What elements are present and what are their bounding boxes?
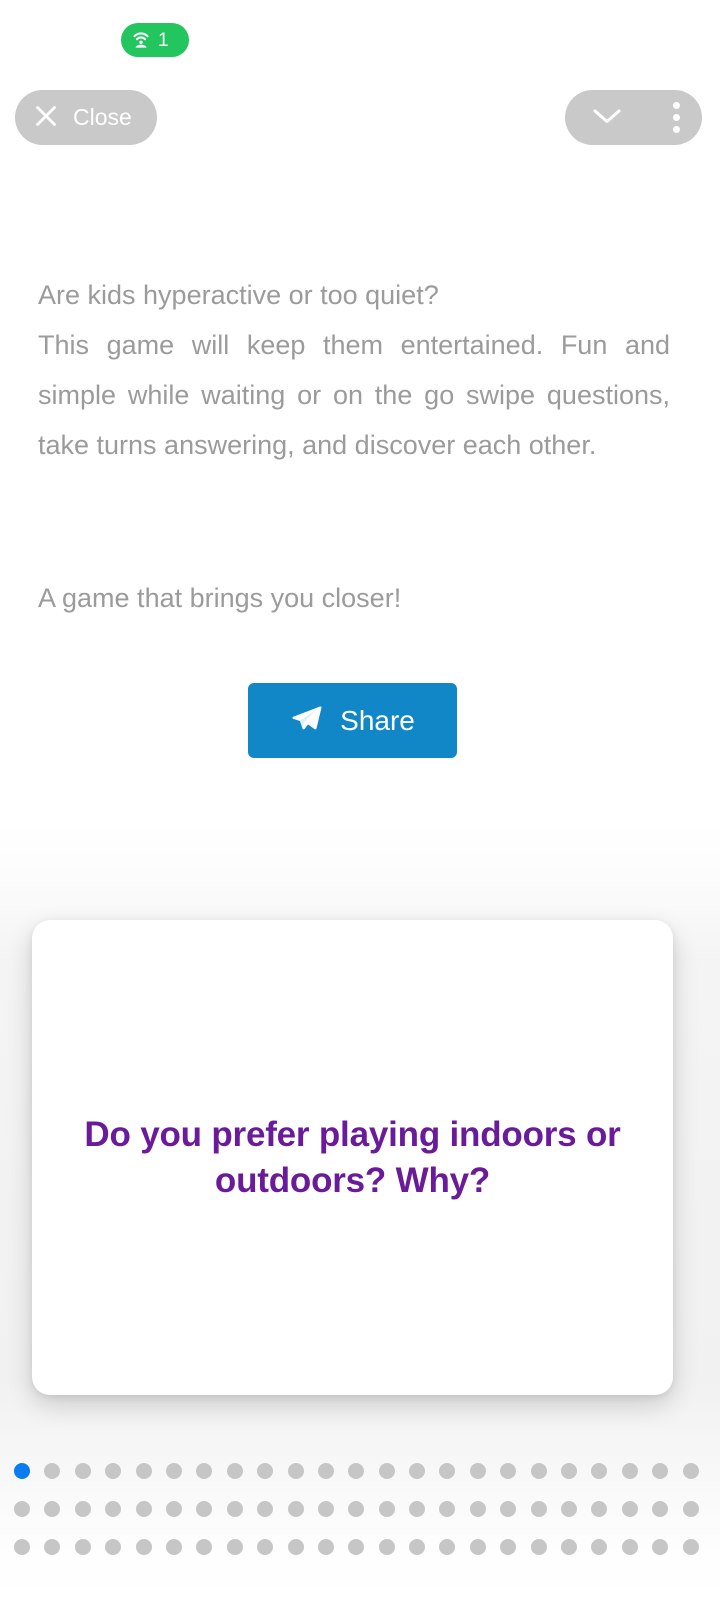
- pagination-dot[interactable]: [561, 1490, 591, 1528]
- pagination-dot[interactable]: [591, 1528, 621, 1566]
- close-x-icon: [32, 102, 60, 133]
- pagination-dot[interactable]: [683, 1490, 713, 1528]
- share-button-label: Share: [340, 704, 415, 736]
- pagination-dot[interactable]: [500, 1490, 530, 1528]
- pagination-dot[interactable]: [591, 1490, 621, 1528]
- pagination-dot[interactable]: [348, 1528, 378, 1566]
- pagination-dot[interactable]: [652, 1452, 682, 1490]
- question-card[interactable]: Do you prefer playing indoors or outdoor…: [32, 920, 673, 1395]
- pagination-dot[interactable]: [44, 1452, 74, 1490]
- pagination-dot[interactable]: [75, 1528, 105, 1566]
- pagination-dot[interactable]: [439, 1528, 469, 1566]
- pagination-dot[interactable]: [14, 1490, 44, 1528]
- card-question-text: Do you prefer playing indoors or outdoor…: [84, 1114, 621, 1200]
- pagination-dot[interactable]: [196, 1528, 226, 1566]
- pagination-dot[interactable]: [44, 1490, 74, 1528]
- pagination-dot[interactable]: [136, 1528, 166, 1566]
- collapse-button[interactable]: [589, 104, 625, 131]
- pagination-dot[interactable]: [439, 1490, 469, 1528]
- app-tagline: A game that brings you closer!: [38, 583, 402, 613]
- description-lead: Are kids hyperactive or too quiet?: [38, 280, 439, 310]
- pagination-dot[interactable]: [622, 1452, 652, 1490]
- pagination-dot[interactable]: [166, 1528, 196, 1566]
- pagination-dot[interactable]: [44, 1528, 74, 1566]
- pagination-dot[interactable]: [257, 1452, 287, 1490]
- app-description: Are kids hyperactive or too quiet? This …: [38, 270, 670, 470]
- pagination-dot[interactable]: [166, 1490, 196, 1528]
- pagination-dot[interactable]: [196, 1490, 226, 1528]
- pagination-dot[interactable]: [561, 1528, 591, 1566]
- pagination-dot[interactable]: [500, 1452, 530, 1490]
- pagination-dot[interactable]: [379, 1490, 409, 1528]
- pagination-dot[interactable]: [75, 1490, 105, 1528]
- cast-hotspot-icon: [129, 28, 153, 52]
- pagination-dot[interactable]: [470, 1490, 500, 1528]
- pagination-dot[interactable]: [409, 1528, 439, 1566]
- pagination-dot[interactable]: [470, 1452, 500, 1490]
- pagination-dot[interactable]: [439, 1452, 469, 1490]
- pagination-dot[interactable]: [622, 1490, 652, 1528]
- pagination-dots[interactable]: [14, 1452, 714, 1566]
- pagination-dot[interactable]: [622, 1528, 652, 1566]
- pagination-dot[interactable]: [196, 1452, 226, 1490]
- pagination-dot[interactable]: [531, 1452, 561, 1490]
- app-screen: 1 Close Are kids hyperactive or too quie…: [0, 0, 720, 1600]
- pagination-dot[interactable]: [288, 1490, 318, 1528]
- pagination-dot[interactable]: [257, 1528, 287, 1566]
- pagination-dot[interactable]: [561, 1452, 591, 1490]
- pagination-dot[interactable]: [409, 1452, 439, 1490]
- pagination-dot[interactable]: [318, 1528, 348, 1566]
- close-button[interactable]: Close: [15, 90, 157, 145]
- pagination-dot[interactable]: [14, 1452, 44, 1490]
- pagination-dot[interactable]: [379, 1452, 409, 1490]
- pagination-dot[interactable]: [348, 1452, 378, 1490]
- pagination-dot[interactable]: [318, 1452, 348, 1490]
- pagination-dot[interactable]: [136, 1490, 166, 1528]
- pagination-dot[interactable]: [288, 1452, 318, 1490]
- pagination-dot[interactable]: [105, 1490, 135, 1528]
- close-button-label: Close: [73, 104, 132, 130]
- cast-count-label: 1: [158, 29, 169, 51]
- pagination-dot[interactable]: [227, 1528, 257, 1566]
- pagination-dot[interactable]: [166, 1452, 196, 1490]
- pagination-dot[interactable]: [683, 1452, 713, 1490]
- pagination-dot[interactable]: [409, 1490, 439, 1528]
- pagination-dot[interactable]: [591, 1452, 621, 1490]
- pagination-dot[interactable]: [348, 1490, 378, 1528]
- pagination-dot[interactable]: [257, 1490, 287, 1528]
- pagination-dot[interactable]: [652, 1490, 682, 1528]
- send-paper-plane-icon: [290, 702, 324, 739]
- pagination-dot[interactable]: [652, 1528, 682, 1566]
- pagination-dot[interactable]: [136, 1452, 166, 1490]
- pagination-dot[interactable]: [14, 1528, 44, 1566]
- pagination-dot[interactable]: [105, 1528, 135, 1566]
- pagination-dot[interactable]: [288, 1528, 318, 1566]
- description-body: This game will keep them entertained. Fu…: [38, 330, 670, 460]
- pagination-dot[interactable]: [318, 1490, 348, 1528]
- more-vertical-icon[interactable]: [673, 102, 680, 133]
- pagination-dot[interactable]: [500, 1528, 530, 1566]
- chevron-down-icon: [589, 104, 625, 131]
- cast-status-badge[interactable]: 1: [121, 23, 189, 57]
- share-button[interactable]: Share: [248, 683, 457, 758]
- pagination-dot[interactable]: [227, 1452, 257, 1490]
- pagination-dot[interactable]: [470, 1528, 500, 1566]
- pagination-dot[interactable]: [683, 1528, 713, 1566]
- pagination-dot[interactable]: [379, 1528, 409, 1566]
- pagination-dot[interactable]: [531, 1490, 561, 1528]
- pagination-dot[interactable]: [105, 1452, 135, 1490]
- pagination-dot[interactable]: [531, 1528, 561, 1566]
- pagination-dot[interactable]: [75, 1452, 105, 1490]
- window-controls-pill: [565, 90, 702, 145]
- pagination-dot[interactable]: [227, 1490, 257, 1528]
